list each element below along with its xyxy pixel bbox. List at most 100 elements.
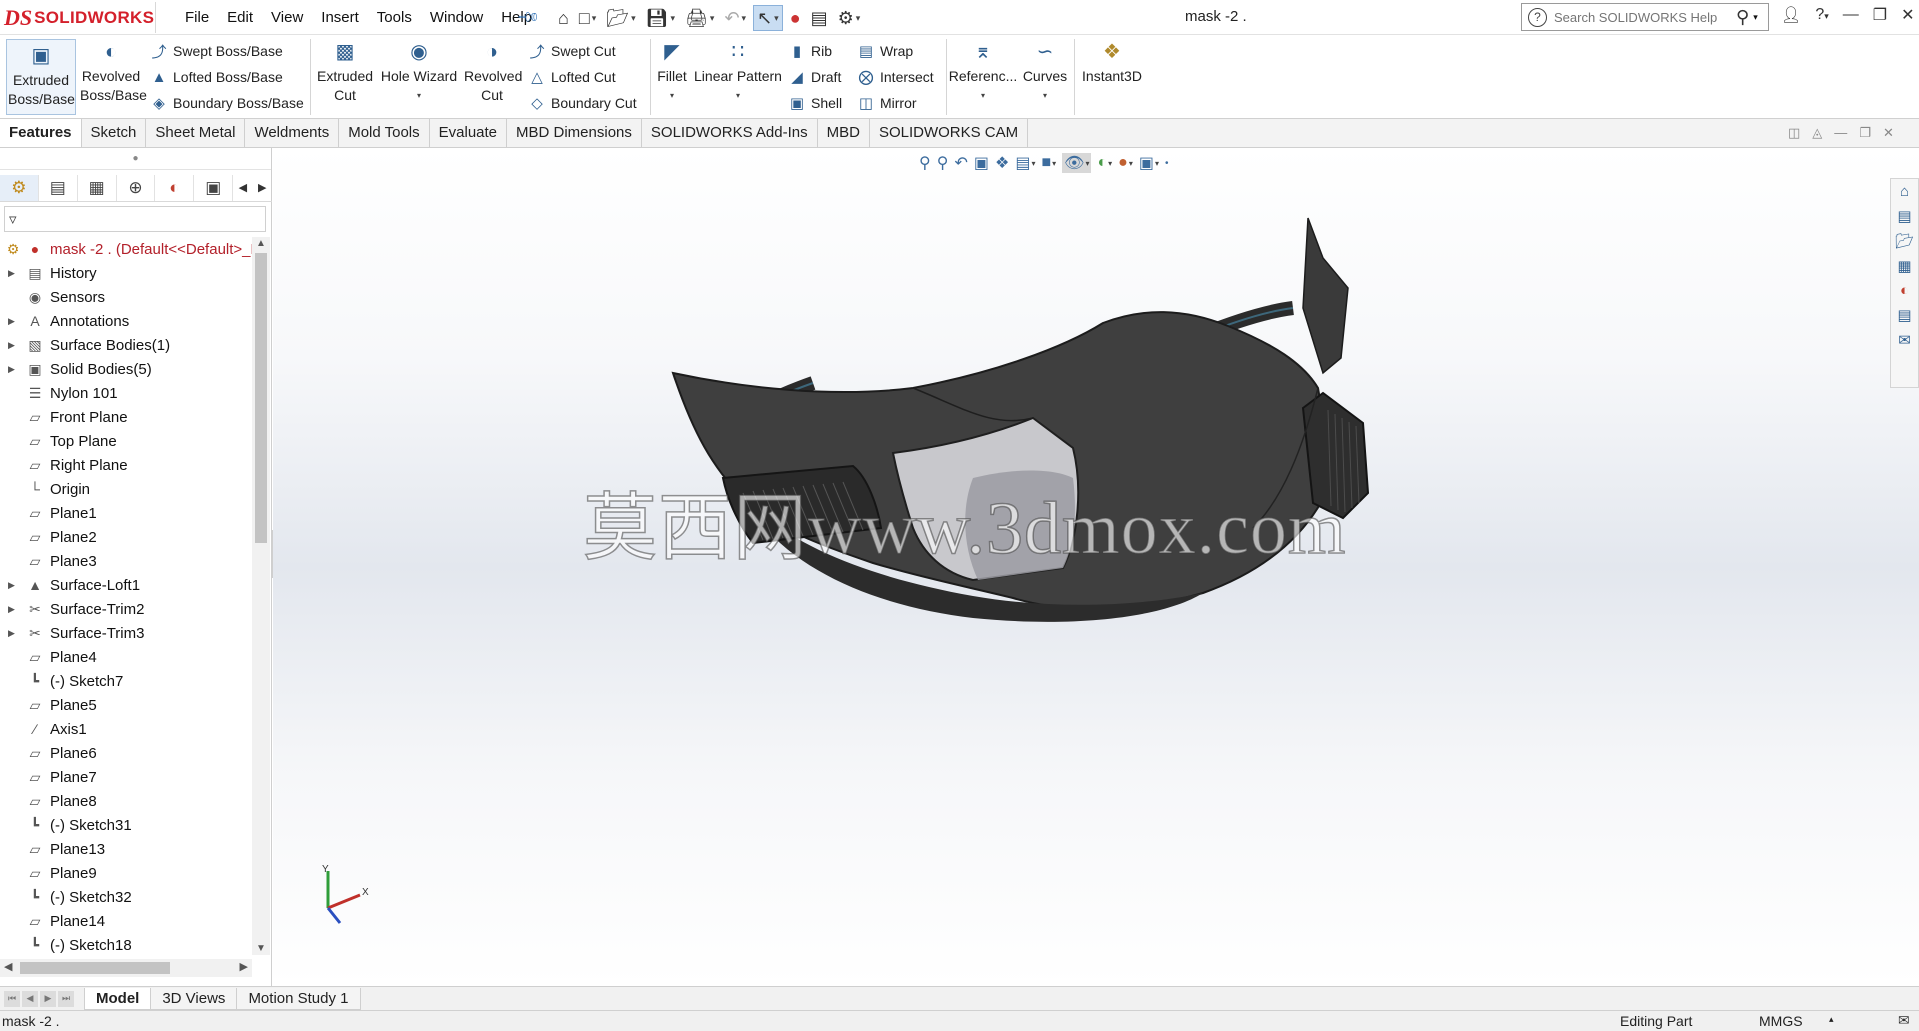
linear-pattern-dropdown-icon[interactable]: ▾ — [736, 86, 740, 105]
undo-icon[interactable]: ↶ ▾ — [721, 5, 749, 31]
tree-node[interactable]: ▱ Plane7 — [0, 765, 252, 789]
section-view-icon[interactable]: ▣ — [974, 153, 989, 173]
revolved-boss-button[interactable]: ◐ Revolved Boss/Base — [80, 39, 147, 105]
first-tab-icon[interactable]: ⏮︎ — [4, 990, 20, 1007]
tile-right-icon[interactable]: ◬ — [1812, 125, 1822, 141]
scroll-left-icon[interactable]: ◀ — [4, 960, 12, 973]
hide-show-items-icon[interactable]: 👁︎ ▾ — [1062, 153, 1092, 173]
tabs-scroll-left-icon[interactable]: ◀ — [233, 181, 252, 194]
expand-arrow-icon[interactable]: ▶ — [8, 316, 15, 327]
featuremanager-tab-icon[interactable]: ⚙ — [0, 174, 39, 201]
status-notification-icon[interactable]: ✉ — [1898, 1012, 1910, 1029]
tree-node[interactable]: ▱ Plane4 — [0, 645, 252, 669]
toolbar-more-icon[interactable]: • — [1165, 158, 1169, 169]
tree-node[interactable]: ▱ Plane8 — [0, 789, 252, 813]
wrap-button[interactable]: ▤ Wrap — [857, 40, 934, 62]
panel-collapse-handle[interactable]: ● — [0, 148, 271, 170]
unit-system-dropdown-icon[interactable]: ▴ — [1829, 1014, 1834, 1025]
file-properties-icon[interactable]: ▤ — [808, 5, 831, 31]
expand-arrow-icon[interactable]: ▶ — [8, 604, 15, 615]
revolved-cut-button[interactable]: ◑ Revolved Cut — [462, 39, 522, 105]
tree-node[interactable]: ☰ Nylon 101 — [0, 381, 252, 405]
propertymanager-tab-icon[interactable]: ▤ — [39, 174, 78, 201]
status-unit-system[interactable]: MMGS — [1759, 1013, 1803, 1029]
select-pointer-icon[interactable]: ↖ ▾ — [753, 5, 783, 31]
solidworks-logo[interactable]: DS SOLIDWORKS — [4, 2, 156, 33]
tree-node[interactable]: ▱ Top Plane — [0, 429, 252, 453]
fillet-dropdown-icon[interactable]: ▾ — [670, 86, 674, 105]
tab-features[interactable]: Features — [0, 119, 82, 147]
curves-button[interactable]: ∽ Curves ▾ — [1020, 39, 1070, 105]
lofted-boss-button[interactable]: ▲ Lofted Boss/Base — [150, 66, 304, 88]
tree-node[interactable]: ▶ ▤ History — [0, 261, 252, 285]
appearances-icon[interactable]: ◐ — [1900, 282, 1909, 299]
reference-geometry-button[interactable]: ⌆ Referenc... ▾ — [949, 39, 1017, 105]
configurationmanager-tab-icon[interactable]: ▦ — [78, 174, 117, 201]
view-palette-icon[interactable]: ▦ — [1897, 257, 1911, 275]
dynamic-annotation-icon[interactable]: ❖ — [995, 153, 1009, 173]
hole-wizard-dropdown-icon[interactable]: ▾ — [417, 86, 421, 105]
rib-button[interactable]: ▮ Rib — [788, 40, 842, 62]
tab-model[interactable]: Model — [84, 987, 152, 1010]
zoom-to-fit-icon[interactable]: ⚲ — [919, 153, 931, 173]
tree-node[interactable]: ▱ Plane13 — [0, 837, 252, 861]
tab-solidworks-cam[interactable]: SOLIDWORKS CAM — [870, 119, 1029, 147]
mirror-button[interactable]: ◫ Mirror — [857, 92, 934, 114]
tree-root-part[interactable]: ⚙ ● mask -2 . (Default<<Default>_Display… — [0, 237, 252, 261]
close-icon[interactable]: ✕ — [1901, 5, 1914, 25]
tree-node[interactable]: ▱ Right Plane — [0, 453, 252, 477]
shell-button[interactable]: ▣ Shell — [788, 92, 842, 114]
search-dropdown-icon[interactable]: ▾ — [1753, 12, 1758, 23]
reference-dropdown-icon[interactable]: ▾ — [981, 86, 985, 105]
tree-node[interactable]: ▶ ✂ Surface-Trim2 — [0, 597, 252, 621]
feature-tree-vertical-scrollbar[interactable]: ▲ ▼ — [252, 237, 270, 955]
tab-solidworks-add-ins[interactable]: SOLIDWORKS Add-Ins — [642, 119, 818, 147]
menu-view[interactable]: View — [262, 9, 312, 26]
cam-manager-tab-icon[interactable]: ▣ — [194, 174, 234, 201]
view-settings-icon[interactable]: ▣ ▾ — [1139, 153, 1159, 173]
displaymanager-tab-icon[interactable]: ◐ — [155, 174, 195, 201]
vertical-scroll-thumb[interactable] — [255, 253, 267, 543]
open-folder-icon[interactable]: 📂︎ ▾ — [603, 5, 638, 31]
tile-left-icon[interactable]: ◫ — [1788, 125, 1800, 141]
tab-weldments[interactable]: Weldments — [245, 119, 340, 147]
view-orientation-icon[interactable]: ▤ ▾ — [1015, 153, 1035, 173]
tree-node[interactable]: ▱ Plane14 — [0, 909, 252, 933]
print-icon[interactable]: 🖨︎ ▾ — [682, 5, 717, 31]
horizontal-scroll-thumb[interactable] — [20, 962, 170, 974]
extruded-boss-button[interactable]: ▣ Extruded Boss/Base — [6, 39, 76, 115]
scroll-down-icon[interactable]: ▼ — [256, 943, 266, 954]
lofted-cut-button[interactable]: △ Lofted Cut — [528, 66, 637, 88]
display-style-icon[interactable]: ■ ▾ — [1041, 154, 1056, 172]
tab-motion-study-1[interactable]: Motion Study 1 — [236, 987, 361, 1010]
edit-appearance-icon[interactable]: ◐ ▾ — [1097, 154, 1112, 172]
help-search-input[interactable] — [1554, 9, 1734, 25]
menu-edit[interactable]: Edit — [218, 9, 262, 26]
tree-node[interactable]: ▱ Plane3 — [0, 549, 252, 573]
menu-tools[interactable]: Tools — [368, 9, 421, 26]
tree-node[interactable]: ▶ ▣ Solid Bodies(5) — [0, 357, 252, 381]
tabs-scroll-right-icon[interactable]: ▶ — [253, 181, 272, 194]
last-tab-icon[interactable]: ⏭︎ — [58, 990, 74, 1007]
draft-button[interactable]: ◢ Draft — [788, 66, 842, 88]
help-menu-icon[interactable]: ?▾ — [1815, 6, 1828, 24]
new-document-icon[interactable]: □ ▾ — [576, 5, 599, 31]
tree-node[interactable]: ◉ Sensors — [0, 285, 252, 309]
expand-arrow-icon[interactable]: ▶ — [8, 628, 15, 639]
home-icon[interactable]: ⌂ — [555, 5, 572, 31]
swept-cut-button[interactable]: ⤴ Swept Cut — [528, 40, 637, 62]
instant3d-button[interactable]: ❖ Instant3D — [1078, 39, 1146, 86]
expand-arrow-icon[interactable]: ▶ — [8, 364, 15, 375]
tree-node[interactable]: ▱ Plane6 — [0, 741, 252, 765]
doc-minimize-icon[interactable]: — — [1834, 125, 1847, 141]
extruded-cut-button[interactable]: ▩ Extruded Cut — [314, 39, 376, 105]
user-account-icon[interactable]: 👤︎ — [1781, 5, 1801, 25]
custom-properties-icon[interactable]: ▤ — [1897, 306, 1911, 324]
fillet-button[interactable]: ◤ Fillet ▾ — [655, 39, 689, 105]
solidworks-forum-icon[interactable]: ✉ — [1898, 331, 1911, 349]
tree-node[interactable]: ▱ Plane9 — [0, 861, 252, 885]
tab-3d-views[interactable]: 3D Views — [150, 987, 238, 1010]
tree-node[interactable]: ▶ ▧ Surface Bodies(1) — [0, 333, 252, 357]
tree-node[interactable]: ┗ (-) Sketch18 — [0, 933, 252, 955]
minimize-icon[interactable]: — — [1843, 6, 1859, 24]
